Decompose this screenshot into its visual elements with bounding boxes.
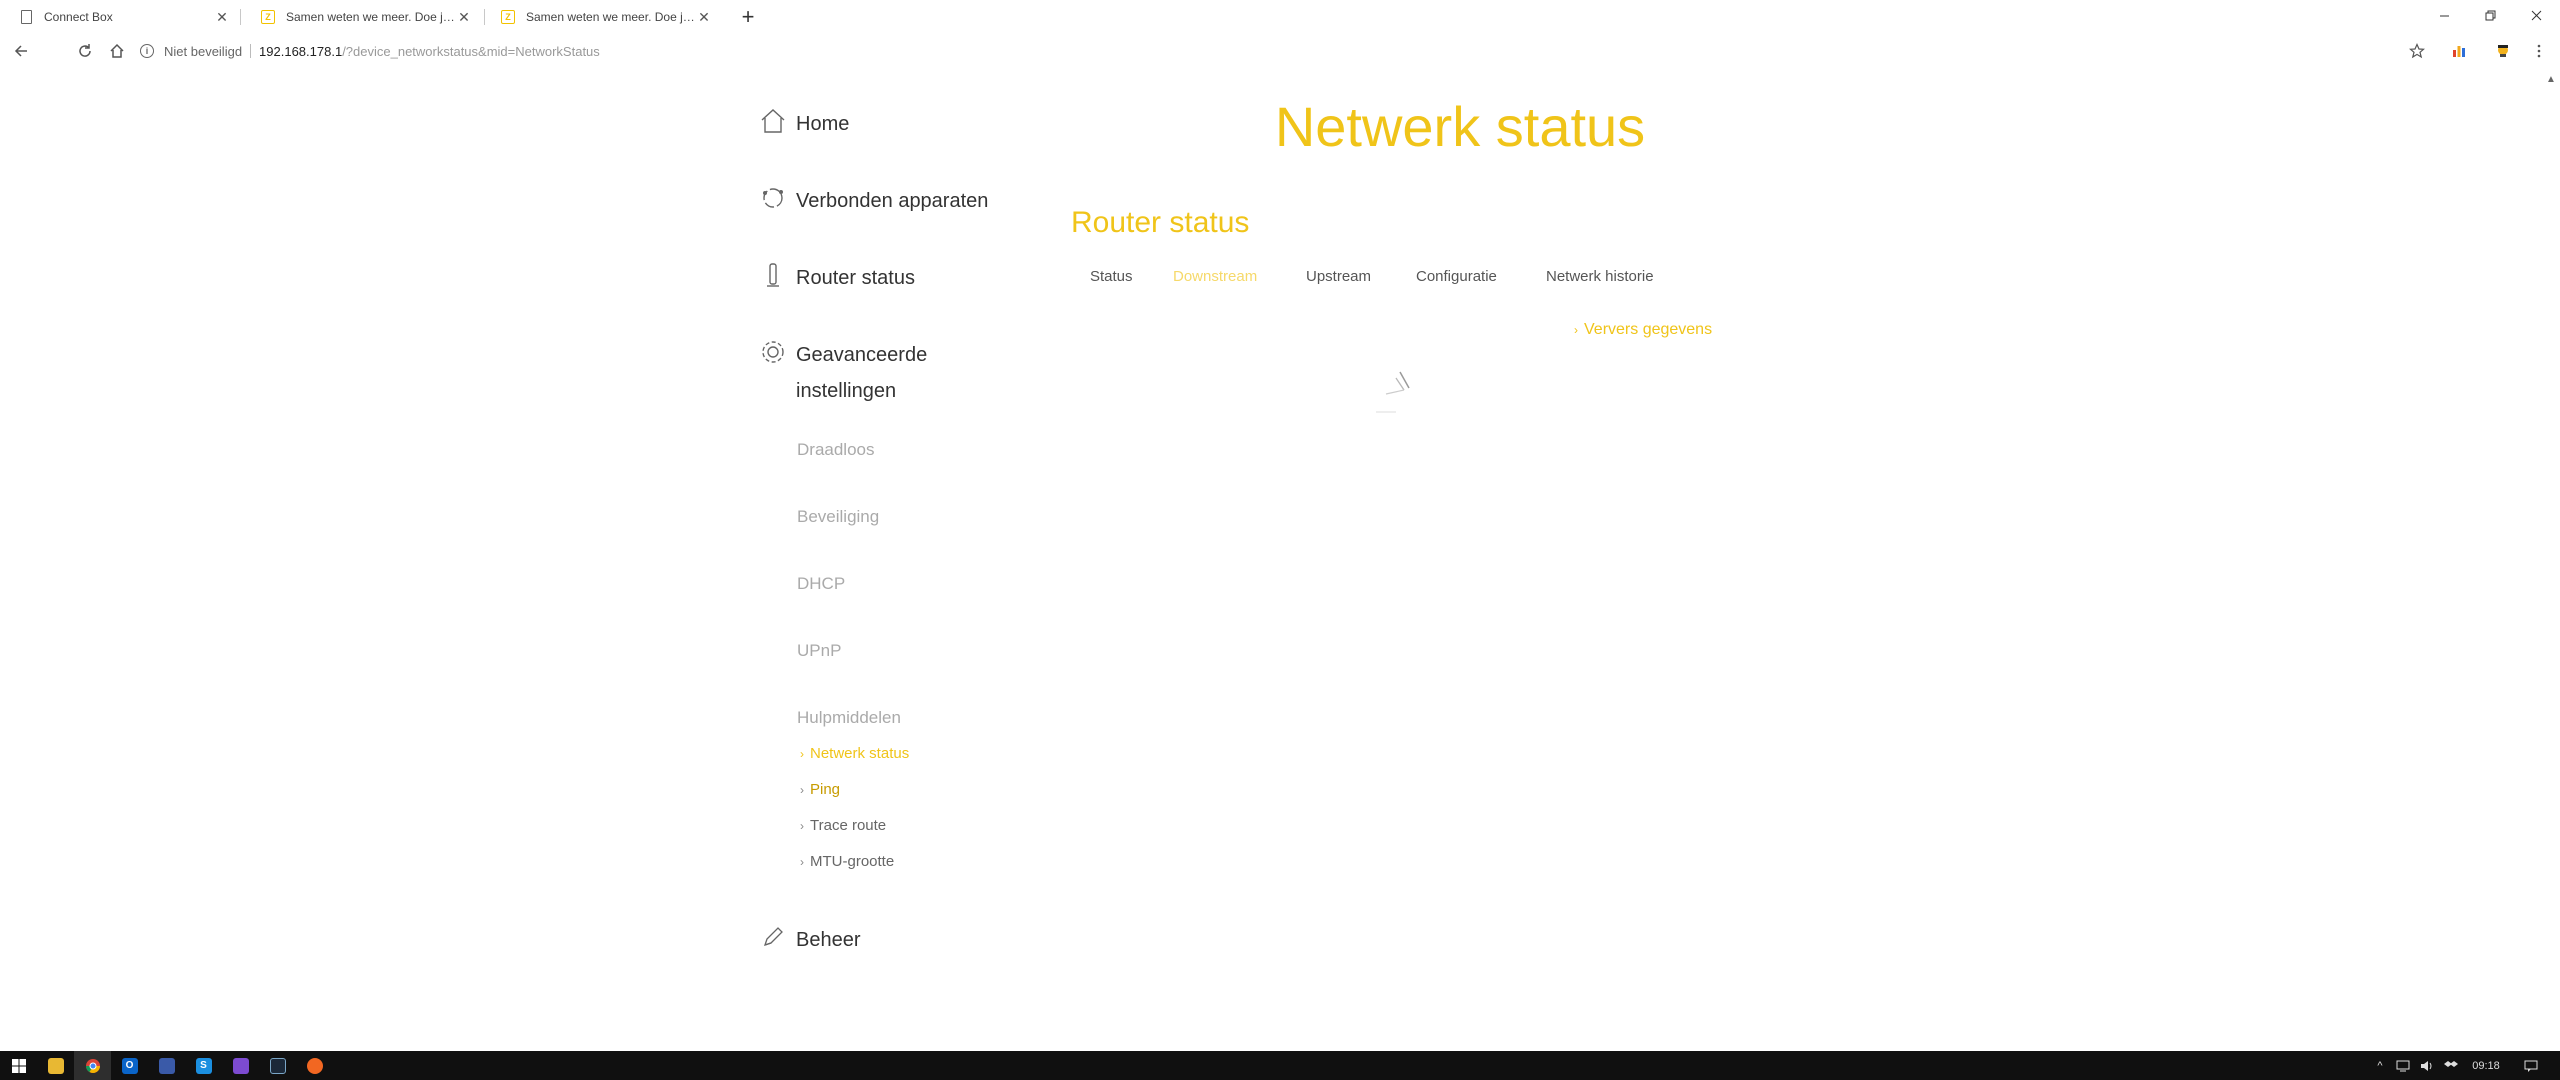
notifications-icon[interactable] bbox=[2516, 1051, 2546, 1080]
security-label: Niet beveiligd bbox=[164, 43, 243, 59]
sidebar-item-label-line1: Geavanceerde bbox=[796, 344, 928, 366]
network-icon[interactable] bbox=[2392, 1051, 2414, 1080]
refresh-data-label: Ververs gegevens bbox=[1584, 321, 1713, 338]
windows-taskbar: O S ^ 09:18 bbox=[0, 1051, 2560, 1080]
file-explorer-icon[interactable] bbox=[37, 1051, 74, 1080]
sidebar-item-network-status[interactable]: › Netwerk status bbox=[800, 745, 909, 762]
tab-strip: Connect Box ✕ Z Samen weten we meer. Doe… bbox=[0, 0, 2560, 34]
chrome-icon[interactable] bbox=[74, 1051, 111, 1080]
close-window-icon[interactable] bbox=[2514, 0, 2558, 30]
chevron-right-icon: › bbox=[800, 818, 804, 833]
divider bbox=[250, 44, 252, 58]
new-tab-button[interactable]: + bbox=[736, 4, 760, 29]
sidebar-item-label: Netwerk status bbox=[810, 745, 910, 762]
menu-dots-icon[interactable] bbox=[2528, 40, 2550, 62]
tab-configuratie[interactable]: Configuratie bbox=[1416, 268, 1497, 285]
sidebar-item-label: Geavanceerde instellingen bbox=[796, 337, 927, 409]
vertical-scrollbar[interactable]: ▲ bbox=[2542, 68, 2560, 1051]
sidebar-item-draadloos[interactable]: Draadloos bbox=[797, 440, 875, 460]
steam-icon[interactable] bbox=[259, 1051, 296, 1080]
router-icon bbox=[758, 260, 788, 290]
sidebar-item-label: Ping bbox=[810, 781, 841, 798]
visual-studio-code-icon[interactable]: S bbox=[185, 1051, 222, 1080]
twitch-icon[interactable] bbox=[222, 1051, 259, 1080]
refresh-data-link[interactable]: › Ververs gegevens bbox=[1574, 321, 1712, 339]
chevron-right-icon: › bbox=[800, 854, 804, 869]
sidebar-item-router-status[interactable]: Router status bbox=[758, 260, 915, 296]
star-icon[interactable] bbox=[2406, 40, 2428, 62]
chevron-right-icon: › bbox=[1574, 323, 1578, 337]
tab-title: Samen weten we meer. Doe je m bbox=[526, 10, 696, 24]
origin-icon[interactable] bbox=[296, 1051, 333, 1080]
sidebar-item-label: Home bbox=[796, 113, 850, 135]
url-host: 192.168.178.1 bbox=[259, 43, 343, 59]
home-button-icon[interactable] bbox=[106, 40, 128, 62]
tab-connect-box[interactable]: Connect Box ✕ bbox=[0, 0, 240, 34]
sidebar-item-trace-route[interactable]: › Trace route bbox=[800, 817, 886, 834]
pencil-icon bbox=[758, 922, 788, 952]
tab-status[interactable]: Status bbox=[1090, 268, 1133, 285]
sidebar-item-label-line2: instellingen bbox=[796, 380, 897, 402]
scroll-up-arrow-icon[interactable]: ▲ bbox=[2546, 74, 2556, 85]
close-icon[interactable]: ✕ bbox=[696, 9, 712, 25]
volume-icon[interactable] bbox=[2416, 1051, 2438, 1080]
windows-start-icon[interactable] bbox=[0, 1051, 37, 1080]
section-title: Router status bbox=[1071, 206, 1250, 239]
ziggo-icon: Z bbox=[260, 9, 276, 25]
window-app-icon[interactable] bbox=[148, 1051, 185, 1080]
close-icon[interactable]: ✕ bbox=[214, 9, 230, 25]
tab-upstream[interactable]: Upstream bbox=[1306, 268, 1371, 285]
sidebar-item-mtu-size[interactable]: › MTU-grootte bbox=[800, 853, 894, 870]
restore-icon[interactable] bbox=[2468, 0, 2512, 30]
back-arrow-icon[interactable] bbox=[10, 40, 32, 62]
sidebar-item-label: Trace route bbox=[810, 817, 887, 834]
tab-netwerk-historie[interactable]: Netwerk historie bbox=[1546, 268, 1654, 285]
tray-expand-icon[interactable]: ^ bbox=[2370, 1051, 2390, 1080]
tab-downstream[interactable]: Downstream bbox=[1173, 268, 1257, 285]
sidebar-item-label: Beheer bbox=[796, 929, 861, 951]
sidebar-item-advanced-settings[interactable]: Geavanceerde instellingen bbox=[758, 337, 927, 409]
outlook-icon[interactable]: O bbox=[111, 1051, 148, 1080]
sidebar-item-label: MTU-grootte bbox=[810, 853, 895, 870]
clock[interactable]: 09:18 bbox=[2464, 1051, 2508, 1080]
tab-ziggo-2[interactable]: Z Samen weten we meer. Doe je m ✕ bbox=[482, 0, 722, 34]
tab-title: Connect Box bbox=[44, 10, 113, 24]
sidebar-item-devices[interactable]: Verbonden apparaten bbox=[758, 183, 988, 219]
sidebar-item-ping[interactable]: › Ping bbox=[800, 781, 840, 798]
tab-title: Samen weten we meer. Doe je m bbox=[286, 10, 456, 24]
page-title: Netwerk status bbox=[1274, 95, 1646, 158]
info-icon[interactable]: i bbox=[140, 44, 154, 58]
sidebar-item-beveiliging[interactable]: Beveiliging bbox=[797, 507, 879, 527]
chevron-right-icon: › bbox=[800, 746, 804, 761]
home-icon bbox=[758, 106, 788, 136]
sidebar-item-label: Verbonden apparaten bbox=[796, 190, 989, 212]
loading-spinner-icon bbox=[1376, 371, 1410, 413]
minimize-icon[interactable] bbox=[2422, 0, 2466, 30]
tab-ziggo-1[interactable]: Z Samen weten we meer. Doe je m ✕ bbox=[242, 0, 482, 34]
ziggo-icon: Z bbox=[500, 9, 516, 25]
devices-icon bbox=[758, 183, 788, 213]
reload-icon[interactable] bbox=[74, 40, 96, 62]
page-icon bbox=[18, 9, 34, 25]
sidebar-item-hulpmiddelen[interactable]: Hulpmiddelen bbox=[797, 708, 901, 728]
close-icon[interactable]: ✕ bbox=[456, 9, 472, 25]
extension-chart-icon[interactable] bbox=[2448, 40, 2470, 62]
sidebar-item-home[interactable]: Home bbox=[758, 106, 849, 142]
sidebar-item-label: Router status bbox=[796, 267, 915, 289]
sidebar-item-beheer[interactable]: Beheer bbox=[758, 922, 861, 958]
page-content: Home Verbonden apparaten Router status G… bbox=[0, 68, 2560, 1051]
chevron-right-icon: › bbox=[800, 782, 804, 797]
extension-avatar-icon[interactable] bbox=[2492, 40, 2514, 62]
tab-separator bbox=[240, 9, 241, 25]
browser-toolbar: i Niet beveiligd 192.168.178.1 /?device_… bbox=[0, 34, 2560, 68]
gear-icon bbox=[758, 337, 788, 367]
address-bar[interactable]: i Niet beveiligd 192.168.178.1 /?device_… bbox=[140, 39, 2390, 63]
url-path: /?device_networkstatus&mid=NetworkStatus bbox=[342, 43, 600, 59]
dropbox-icon[interactable] bbox=[2440, 1051, 2462, 1080]
sidebar-item-upnp[interactable]: UPnP bbox=[797, 641, 841, 661]
sidebar-item-dhcp[interactable]: DHCP bbox=[797, 574, 845, 594]
